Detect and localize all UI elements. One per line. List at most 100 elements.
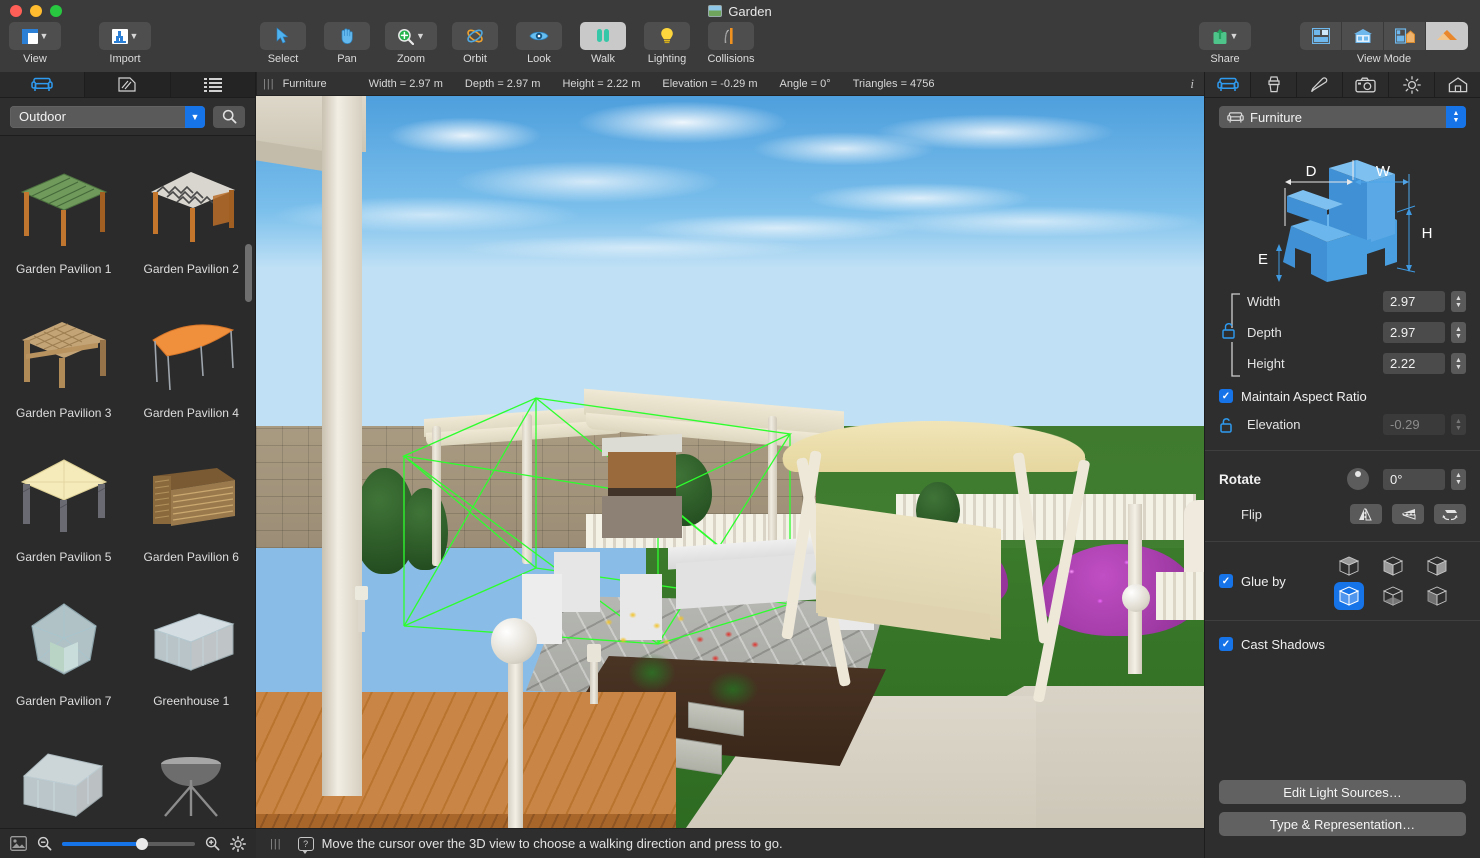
catalog-grid-container[interactable]: Garden Pavilion 1 Garden Pavilion 2 Gard… bbox=[0, 136, 255, 828]
search-button[interactable] bbox=[213, 105, 245, 128]
toolbar-item-pan[interactable]: Pan bbox=[320, 22, 374, 72]
catalog-scrollbar[interactable] bbox=[245, 244, 252, 302]
catalog-item[interactable]: Garden Pavilion 7 bbox=[0, 568, 128, 712]
object-type-dropdown[interactable]: Furniture ▲ ▼ bbox=[1219, 106, 1466, 128]
lighting-button[interactable] bbox=[644, 22, 690, 50]
help-bubble-icon[interactable]: ? bbox=[297, 836, 314, 854]
minimize-button[interactable] bbox=[30, 5, 42, 17]
chevron-down-icon[interactable]: ▼ bbox=[185, 105, 205, 128]
height-input[interactable]: 2.22 bbox=[1383, 353, 1445, 374]
collisions-button[interactable] bbox=[708, 22, 754, 50]
flip-horizontal-button[interactable] bbox=[1350, 504, 1382, 524]
toolbar-item-select[interactable]: Select bbox=[256, 22, 310, 72]
catalog-item-label: Garden Pavilion 4 bbox=[143, 406, 239, 420]
catalog-item[interactable]: Greenhouse 1 bbox=[128, 568, 256, 712]
cast-shadows-row[interactable]: ✓ Cast Shadows bbox=[1219, 631, 1466, 657]
catalog-zoom-slider[interactable] bbox=[62, 837, 195, 850]
cast-shadows-checkbox[interactable]: ✓ bbox=[1219, 637, 1233, 651]
edit-light-sources-button[interactable]: Edit Light Sources… bbox=[1219, 780, 1466, 804]
depth-input[interactable]: 2.97 bbox=[1383, 322, 1445, 343]
inspector-tab-pencil[interactable] bbox=[1297, 72, 1343, 97]
close-button[interactable] bbox=[10, 5, 22, 17]
inspector-tab-furniture[interactable] bbox=[1205, 72, 1251, 97]
drag-grip-icon[interactable]: ||| bbox=[263, 78, 275, 90]
split-view-mode-button[interactable] bbox=[1384, 22, 1426, 50]
toolbar-item-collisions[interactable]: Collisions bbox=[704, 22, 758, 72]
view-mode-segmented[interactable] bbox=[1300, 22, 1468, 50]
catalog-item[interactable]: Garden Pavilion 5 bbox=[0, 424, 128, 568]
garden-lamp-post bbox=[590, 658, 598, 704]
sidebar-tab-list[interactable] bbox=[170, 72, 255, 97]
inspector-tab-sun[interactable] bbox=[1389, 72, 1435, 97]
share-button[interactable]: ▼ bbox=[1199, 22, 1251, 50]
zoom-button[interactable]: ▼ bbox=[385, 22, 437, 50]
catalog-item[interactable]: Garden Pavilion 6 bbox=[128, 424, 256, 568]
width-input[interactable]: 2.97 bbox=[1383, 291, 1445, 312]
catalog-item[interactable]: Garden Pavilion 3 bbox=[0, 280, 128, 424]
width-stepper[interactable]: ▲ ▼ bbox=[1451, 291, 1466, 312]
lock-open-icon[interactable] bbox=[1219, 417, 1233, 433]
inspector-tab-paint[interactable] bbox=[1251, 72, 1297, 97]
walk-button[interactable] bbox=[580, 22, 626, 50]
toolbar-item-import[interactable]: ▼ Import bbox=[98, 22, 152, 72]
slider-knob[interactable] bbox=[136, 837, 149, 850]
type-representation-button[interactable]: Type & Representation… bbox=[1219, 812, 1466, 836]
catalog-item[interactable]: Grill 1 bbox=[128, 712, 256, 828]
toolbar-item-orbit[interactable]: Orbit bbox=[448, 22, 502, 72]
rotate-stepper[interactable]: ▲ ▼ bbox=[1451, 468, 1466, 490]
glue-bottom-left-button[interactable] bbox=[1334, 582, 1364, 610]
view-button[interactable]: ▼ bbox=[9, 22, 61, 50]
select-button[interactable] bbox=[260, 22, 306, 50]
magnifier-plus-icon[interactable] bbox=[205, 836, 220, 851]
window-controls[interactable] bbox=[10, 5, 62, 17]
toolbar-item-lighting[interactable]: Lighting bbox=[640, 22, 694, 72]
3d-mode-button[interactable] bbox=[1426, 22, 1468, 50]
catalog-item[interactable]: Garden Pavilion 1 bbox=[0, 136, 128, 280]
glue-top-center-button[interactable] bbox=[1378, 552, 1408, 580]
depth-stepper[interactable]: ▲ ▼ bbox=[1451, 322, 1466, 343]
glue-bottom-center-button[interactable] bbox=[1378, 582, 1408, 610]
maintain-aspect-ratio-row[interactable]: ✓ Maintain Aspect Ratio bbox=[1219, 383, 1466, 409]
image-icon[interactable] bbox=[10, 836, 27, 851]
flip-depth-button[interactable] bbox=[1434, 504, 1466, 524]
glue-by-checkbox-group[interactable]: ✓ Glue by bbox=[1219, 568, 1329, 594]
sidebar-tab-materials[interactable] bbox=[85, 72, 171, 97]
glue-bottom-right-button[interactable] bbox=[1422, 582, 1452, 610]
toolbar-item-view[interactable]: ▼ View bbox=[8, 22, 62, 72]
zoom-button[interactable] bbox=[50, 5, 62, 17]
inspector-tab-house[interactable] bbox=[1435, 72, 1480, 97]
catalog-item[interactable]: Greenhouse 2 bbox=[0, 712, 128, 828]
rotate-input[interactable]: 0° bbox=[1383, 468, 1445, 490]
toolbar-item-walk[interactable]: Walk bbox=[576, 22, 630, 72]
elevation-mode-button[interactable] bbox=[1342, 22, 1384, 50]
toolbar-item-share[interactable]: ▼ Share bbox=[1198, 22, 1252, 72]
stepper-icon[interactable]: ▲ ▼ bbox=[1446, 106, 1466, 128]
drag-grip-icon[interactable]: ||| bbox=[270, 838, 282, 850]
sidebar-tab-objects[interactable] bbox=[0, 72, 86, 97]
catalog-item[interactable]: Garden Pavilion 4 bbox=[128, 280, 256, 424]
height-stepper[interactable]: ▲ ▼ bbox=[1451, 353, 1466, 374]
glue-by-checkbox[interactable]: ✓ bbox=[1219, 574, 1233, 588]
glue-top-right-button[interactable] bbox=[1422, 552, 1452, 580]
rotation-knob[interactable] bbox=[1347, 468, 1369, 490]
magnifier-minus-icon[interactable] bbox=[37, 836, 52, 851]
gear-icon[interactable] bbox=[230, 835, 246, 852]
category-dropdown[interactable]: Outdoor ▼ bbox=[10, 105, 205, 128]
glue-by-row[interactable]: ✓ Glue by bbox=[1219, 568, 1329, 594]
toolbar-item-zoom[interactable]: ▼ Zoom bbox=[384, 22, 438, 72]
catalog-grid: Garden Pavilion 1 Garden Pavilion 2 Gard… bbox=[0, 136, 255, 828]
maintain-aspect-ratio-checkbox[interactable]: ✓ bbox=[1219, 389, 1233, 403]
catalog-item[interactable]: Garden Pavilion 2 bbox=[128, 136, 256, 280]
glue-top-left-button[interactable] bbox=[1334, 552, 1364, 580]
diagram-label-depth: D bbox=[1306, 163, 1317, 180]
inspector-tab-camera[interactable] bbox=[1343, 72, 1389, 97]
3d-viewport[interactable] bbox=[256, 96, 1204, 828]
flip-vertical-button[interactable] bbox=[1392, 504, 1424, 524]
import-button[interactable]: ▼ bbox=[99, 22, 151, 50]
info-icon[interactable]: i bbox=[1190, 76, 1194, 92]
look-button[interactable] bbox=[516, 22, 562, 50]
orbit-button[interactable] bbox=[452, 22, 498, 50]
toolbar-item-look[interactable]: Look bbox=[512, 22, 566, 72]
floorplan-mode-button[interactable] bbox=[1300, 22, 1342, 50]
pan-button[interactable] bbox=[324, 22, 370, 50]
